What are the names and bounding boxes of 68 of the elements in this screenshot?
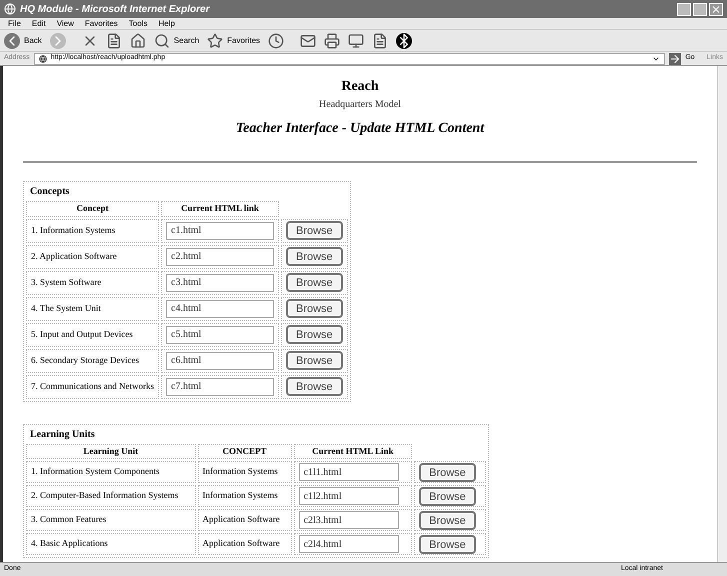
html-link-field[interactable]: c3.html <box>166 274 274 292</box>
table-cell: 6. Secondary Storage Devices <box>31 354 139 365</box>
html-link-field[interactable]: c7.html <box>166 378 274 396</box>
close-icon[interactable] <box>709 2 723 16</box>
column-header: CONCEPT <box>222 446 267 456</box>
table-cell: Application Software <box>202 514 280 524</box>
page-subtitle: Headquarters Model <box>318 98 402 112</box>
column-header: Learning Unit <box>83 446 138 456</box>
window-title: HQ Module - Microsoft Internet Explorer <box>20 2 210 16</box>
browse-button[interactable]: Browse <box>286 247 343 266</box>
browse-button[interactable]: Browse <box>419 462 476 482</box>
table-cell: Information Systems <box>202 490 278 500</box>
table-caption: Concepts <box>29 185 70 199</box>
menu-item[interactable]: Tools <box>128 18 148 30</box>
table-cell: 2. Computer-Based Information Systems <box>31 490 178 500</box>
menu-item[interactable]: Edit <box>32 18 46 30</box>
browse-button[interactable]: Browse <box>286 299 343 318</box>
browse-button[interactable]: Browse <box>286 273 343 292</box>
browse-button[interactable]: Browse <box>286 377 343 396</box>
page-heading: Teacher Interface - Update HTML Content <box>234 120 486 138</box>
star-icon <box>207 32 224 48</box>
table-cell: 7. Communications and Networks <box>31 380 154 391</box>
table-cell: 5. Input and Output Devices <box>31 328 133 339</box>
table-cell: 2. Application Software <box>31 250 117 261</box>
menu-item[interactable]: Help <box>158 18 175 30</box>
html-link-field[interactable]: c1l2.html <box>298 487 399 505</box>
table-cell: 3. System Software <box>31 276 102 287</box>
browser-icon <box>4 3 16 15</box>
browse-button[interactable]: Browse <box>286 325 343 344</box>
menu-item[interactable]: Favorites <box>84 18 118 30</box>
html-link-field[interactable]: c5.html <box>166 326 274 344</box>
table-cell: Application Software <box>202 538 280 548</box>
table-cell: Information Systems <box>202 466 278 476</box>
home-icon[interactable] <box>130 32 146 48</box>
search-button[interactable]: Search <box>154 32 200 48</box>
html-link-field[interactable]: c1l1.html <box>298 463 399 481</box>
menu-item[interactable]: File <box>8 18 21 30</box>
browse-button[interactable]: Browse <box>419 510 476 530</box>
menu-item[interactable]: View <box>56 18 74 30</box>
column-header: Concept <box>76 203 108 213</box>
html-link-field[interactable]: c4.html <box>166 300 274 318</box>
column-header: Current HTML Link <box>312 446 394 456</box>
html-link-field[interactable]: c2l3.html <box>298 511 399 529</box>
back-button[interactable]: Back <box>4 32 42 48</box>
document-icon[interactable] <box>372 32 388 48</box>
table-cell: 4. The System Unit <box>31 302 101 313</box>
mail-icon[interactable] <box>300 32 316 48</box>
browse-button[interactable]: Browse <box>286 221 343 240</box>
bluetooth-icon[interactable] <box>396 32 412 48</box>
search-icon <box>154 32 170 48</box>
history-icon[interactable] <box>268 32 284 48</box>
html-link-field[interactable]: c2l4.html <box>298 535 399 553</box>
table-cell: 3. Common Features <box>31 514 106 524</box>
html-link-field[interactable]: c6.html <box>166 352 274 370</box>
browse-button[interactable]: Browse <box>419 486 476 506</box>
browse-button[interactable]: Browse <box>286 351 343 370</box>
print-icon[interactable] <box>324 32 340 48</box>
browse-button[interactable]: Browse <box>419 534 476 554</box>
page-icon <box>38 54 47 62</box>
table-cell: 1. Information Systems <box>31 224 116 235</box>
table-cell: 1. Information System Components <box>31 466 160 476</box>
html-link-field[interactable]: c2.html <box>166 248 274 266</box>
page-title: Reach <box>340 78 380 96</box>
html-link-field[interactable]: c1.html <box>166 222 274 240</box>
table-cell: 4. Basic Applications <box>31 538 108 548</box>
favorites-button[interactable]: Favorites <box>207 32 260 48</box>
column-header: Current HTML link <box>181 203 259 213</box>
table-caption: Learning Units <box>29 428 96 442</box>
